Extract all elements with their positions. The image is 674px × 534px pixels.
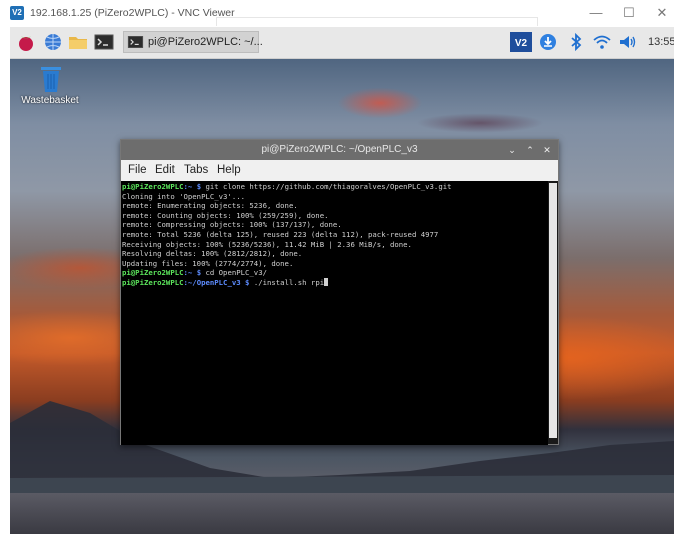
terminal-line: remote: Total 5236 (delta 125), reused 2…: [121, 230, 548, 240]
taskbar-task-label: pi@PiZero2WPLC: ~/...: [148, 36, 263, 48]
output-text: Cloning into 'OpenPLC_v3'...: [122, 191, 246, 201]
output-text: remote: Counting objects: 100% (259/259)…: [122, 210, 329, 220]
output-text: Receiving objects: 100% (5236/5236), 11.…: [122, 239, 412, 249]
terminal-window[interactable]: pi@PiZero2WPLC: ~/OpenPLC_v3 ⌄ ⌃ ✕ File …: [120, 139, 559, 445]
terminal-close-button[interactable]: ✕: [541, 143, 553, 157]
terminal-line: Updating files: 100% (2774/2774), done.: [121, 259, 548, 269]
terminal-icon[interactable]: [94, 32, 114, 52]
vnc-server-icon[interactable]: V2: [510, 32, 532, 52]
terminal-output[interactable]: pi@PiZero2WPLC:~ $ git clone https://git…: [121, 181, 548, 445]
command-text: cd OpenPLC_v3/: [201, 268, 267, 278]
maximize-button[interactable]: ☐: [617, 4, 641, 22]
desktop-icon-wastebasket[interactable]: Wastebasket: [18, 65, 82, 115]
terminal-menubar: File Edit Tabs Help: [121, 160, 558, 181]
output-text: Resolving deltas: 100% (2812/2812), done…: [122, 249, 303, 259]
vnc-toolbar-hint[interactable]: [216, 17, 538, 26]
wastebasket-label: Wastebasket: [21, 95, 79, 106]
terminal-minimize-button[interactable]: ⌄: [506, 143, 518, 157]
output-text: remote: Total 5236 (delta 125), reused 2…: [122, 229, 439, 239]
terminal-line: pi@PiZero2WPLC:~ $ git clone https://git…: [121, 182, 548, 192]
terminal-line: Receiving objects: 100% (5236/5236), 11.…: [121, 240, 548, 250]
text-cursor: [324, 277, 329, 286]
update-icon[interactable]: [538, 32, 558, 52]
close-button[interactable]: ✕: [650, 4, 674, 22]
terminal-line: pi@PiZero2WPLC:~ $ cd OpenPLC_v3/: [121, 268, 548, 278]
raspberry-menu-icon[interactable]: [16, 32, 36, 52]
wastebasket-icon: [41, 67, 61, 92]
prompt-user: pi@PiZero2WPLC: [122, 268, 184, 278]
terminal-maximize-button[interactable]: ⌃: [524, 143, 536, 157]
taskbar-terminal-task[interactable]: pi@PiZero2WPLC: ~/...: [123, 31, 263, 53]
terminal-scrollbar-thumb[interactable]: [549, 183, 557, 438]
volume-icon[interactable]: [618, 32, 638, 52]
command-text: git clone https://github.com/thiagoralve…: [201, 182, 452, 191]
remote-desktop[interactable]: pi@PiZero2WPLC: ~/... V2 13:55 Wastebask…: [10, 27, 674, 534]
web-browser-icon[interactable]: [43, 32, 63, 52]
taskbar: pi@PiZero2WPLC: ~/... V2 13:55: [10, 27, 674, 59]
vnc-viewer-title: 192.168.1.25 (PiZero2WPLC) - VNC Viewer: [30, 7, 235, 19]
menu-help[interactable]: Help: [217, 164, 241, 176]
terminal-line: Resolving deltas: 100% (2812/2812), done…: [121, 249, 548, 259]
terminal-line: pi@PiZero2WPLC:~/OpenPLC_v3 $ ./install.…: [121, 277, 548, 288]
vnc-viewer-titlebar: V2 192.168.1.25 (PiZero2WPLC) - VNC View…: [0, 0, 674, 27]
terminal-line: remote: Compressing objects: 100% (137/1…: [121, 220, 548, 230]
terminal-task-icon: [127, 36, 144, 48]
prompt-user: pi@PiZero2WPLC: [122, 277, 184, 287]
menu-file[interactable]: File: [128, 164, 147, 176]
output-text: Updating files: 100% (2774/2774), done.: [122, 258, 294, 268]
terminal-scrollbar[interactable]: [548, 181, 558, 444]
taskbar-clock[interactable]: 13:55: [648, 36, 674, 48]
prompt-user: pi@PiZero2WPLC: [122, 182, 184, 191]
menu-edit[interactable]: Edit: [155, 164, 175, 176]
prompt-path: :~ $: [183, 268, 202, 278]
terminal-line: remote: Enumerating objects: 5236, done.: [121, 201, 548, 211]
vnc-viewer-logo-icon: V2: [10, 6, 24, 20]
menu-tabs[interactable]: Tabs: [184, 164, 208, 176]
prompt-path: :~/OpenPLC_v3 $: [183, 277, 250, 287]
terminal-title: pi@PiZero2WPLC: ~/OpenPLC_v3: [261, 144, 418, 155]
command-text: ./install.sh rpi: [249, 277, 325, 287]
output-text: remote: Compressing objects: 100% (137/1…: [122, 220, 342, 230]
terminal-line: remote: Counting objects: 100% (259/259)…: [121, 211, 548, 221]
bluetooth-icon[interactable]: [566, 32, 586, 52]
file-manager-icon[interactable]: [68, 32, 88, 52]
prompt-path: :~ $: [183, 182, 202, 191]
svg-text:V2: V2: [515, 38, 528, 49]
minimize-button[interactable]: —: [584, 4, 608, 22]
terminal-line: Cloning into 'OpenPLC_v3'...: [121, 192, 548, 202]
output-text: remote: Enumerating objects: 5236, done.: [122, 201, 298, 211]
terminal-titlebar[interactable]: pi@PiZero2WPLC: ~/OpenPLC_v3 ⌄ ⌃ ✕: [121, 140, 558, 160]
wifi-icon[interactable]: [592, 32, 612, 52]
